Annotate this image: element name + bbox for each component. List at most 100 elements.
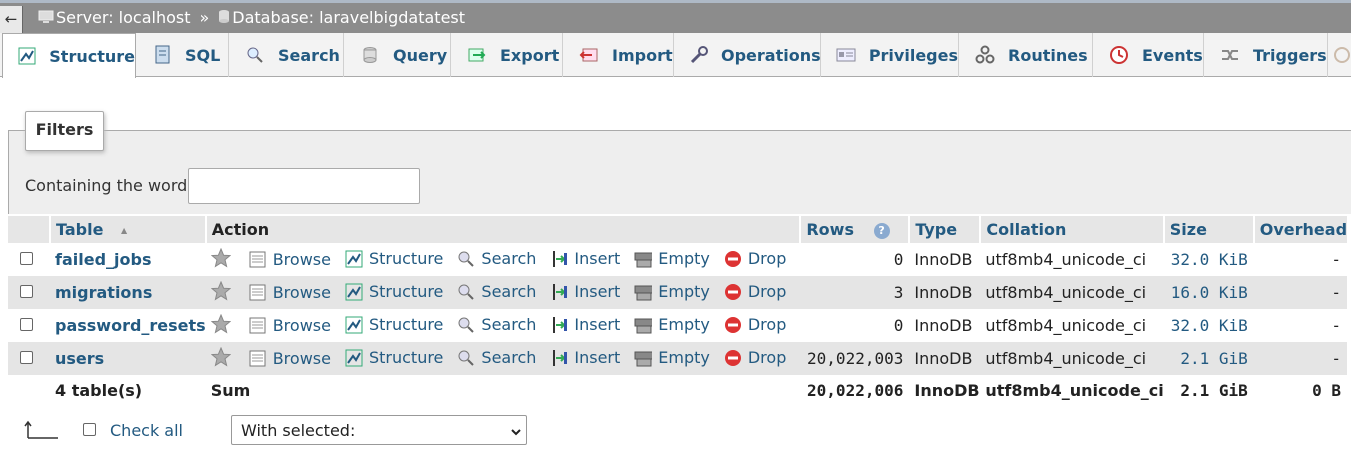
tab-label: Structure <box>49 46 135 66</box>
check-all-label[interactable]: Check all <box>110 421 183 440</box>
insert-action[interactable]: Insert <box>550 315 620 334</box>
insert-label: Insert <box>574 282 621 301</box>
empty-label: Empty <box>658 282 710 301</box>
table-size: 16.0 KiB <box>1163 276 1254 309</box>
empty-icon <box>634 349 653 367</box>
row-checkbox[interactable] <box>20 285 33 298</box>
back-button[interactable]: ← <box>0 6 23 33</box>
tab-label: Export <box>500 45 560 65</box>
browse-action[interactable]: Browse <box>249 316 331 335</box>
tab-structure[interactable]: Structure <box>2 33 136 78</box>
table-name-link[interactable]: password_resets <box>55 316 206 335</box>
summary-size: 2.1 GiB <box>1163 375 1254 405</box>
with-selected-select[interactable]: With selected: <box>231 415 527 445</box>
tab-search[interactable]: Search <box>230 33 344 77</box>
search-action[interactable]: Search <box>457 348 536 367</box>
tab-label: Import <box>612 45 673 65</box>
header-type[interactable]: Type <box>909 216 982 243</box>
help-icon[interactable]: ? <box>873 223 890 239</box>
tab-export[interactable]: Export <box>452 33 563 77</box>
drop-icon <box>724 250 742 268</box>
browse-label: Browse <box>272 315 331 335</box>
search-icon <box>244 44 266 66</box>
tab-events[interactable]: Events <box>1094 33 1204 77</box>
search-action[interactable]: Search <box>457 315 536 334</box>
drop-action[interactable]: Drop <box>724 249 786 268</box>
header-collation[interactable]: Collation <box>980 216 1165 243</box>
breadcrumb-database[interactable]: Database: laravelbigdatatest <box>232 8 465 27</box>
table-name-link[interactable]: failed_jobs <box>55 250 151 269</box>
tab-label: Routines <box>1008 45 1088 65</box>
server-icon <box>38 9 54 29</box>
table-row: migrations Browse Structure Search Insert Emp… <box>8 276 1348 309</box>
drop-action[interactable]: Drop <box>724 282 786 301</box>
check-all-checkbox[interactable] <box>83 423 96 436</box>
wrench-icon <box>689 44 709 66</box>
insert-label: Insert <box>574 348 621 367</box>
table-size-link[interactable]: 16.0 KiB <box>1171 283 1248 302</box>
favorite-action[interactable] <box>210 313 237 334</box>
search-label: Search <box>481 249 537 268</box>
structure-action[interactable]: Structure <box>345 282 443 301</box>
row-checkbox-cell <box>8 342 50 375</box>
filter-input[interactable] <box>188 168 420 204</box>
browse-icon <box>249 283 267 301</box>
browse-action[interactable]: Browse <box>249 283 331 302</box>
tab-query[interactable]: Query <box>345 33 451 77</box>
header-table[interactable]: Table ▲ <box>50 216 207 243</box>
header-size[interactable]: Size <box>1163 216 1255 243</box>
row-checkbox[interactable] <box>20 252 33 265</box>
drop-action[interactable]: Drop <box>724 315 787 334</box>
favorite-action[interactable] <box>210 346 237 367</box>
favorite-action[interactable] <box>210 247 237 268</box>
drop-action[interactable]: Drop <box>724 348 787 367</box>
favorite-action[interactable] <box>210 280 237 301</box>
breadcrumb: Server: localhost » Database: laravelbigd… <box>38 8 465 29</box>
table-size-link[interactable]: 32.0 KiB <box>1171 316 1248 335</box>
breadcrumb-server[interactable]: Server: localhost <box>56 8 190 27</box>
import-icon <box>578 44 600 66</box>
insert-action[interactable]: Insert <box>550 348 620 367</box>
header-table-label: Table <box>56 220 104 239</box>
empty-action[interactable]: Empty <box>634 282 710 301</box>
export-icon <box>466 44 488 66</box>
drop-label: Drop <box>747 315 787 334</box>
row-checkbox[interactable] <box>20 351 33 364</box>
empty-action[interactable]: Empty <box>634 315 710 334</box>
table-name-link[interactable]: migrations <box>55 283 152 302</box>
browse-action[interactable]: Browse <box>249 349 331 368</box>
table-name-cell: failed_jobs <box>50 243 206 276</box>
structure-action[interactable]: Structure <box>345 348 443 367</box>
tab-more[interactable] <box>1329 33 1351 77</box>
table-size-link[interactable]: 2.1 GiB <box>1180 349 1247 368</box>
tab-import[interactable]: Import <box>564 33 674 77</box>
browse-action[interactable]: Browse <box>249 250 331 269</box>
tab-operations[interactable]: Operations <box>675 33 821 77</box>
empty-action[interactable]: Empty <box>634 249 710 268</box>
insert-action[interactable]: Insert <box>550 249 620 268</box>
table-name-link[interactable]: users <box>55 349 104 368</box>
drop-label: Drop <box>747 348 787 367</box>
insert-action[interactable]: Insert <box>550 282 620 301</box>
row-checkbox[interactable] <box>20 318 33 331</box>
search-action[interactable]: Search <box>457 249 536 268</box>
header-overhead[interactable]: Overhead <box>1253 216 1348 243</box>
structure-action[interactable]: Structure <box>345 249 443 268</box>
structure-action[interactable]: Structure <box>345 315 443 334</box>
empty-action[interactable]: Empty <box>634 348 710 367</box>
tables-list: Table ▲ Action Rows ? Type Collation Siz… <box>8 216 1348 405</box>
structure-icon <box>345 250 363 268</box>
header-action: Action <box>205 216 802 243</box>
query-icon <box>359 44 381 66</box>
header-rows[interactable]: Rows ? <box>800 216 911 243</box>
search-action[interactable]: Search <box>457 282 536 301</box>
tab-sql[interactable]: SQL <box>137 33 229 77</box>
table-size-link[interactable]: 32.0 KiB <box>1171 250 1248 269</box>
rows-count: 0 <box>800 243 910 276</box>
tab-privileges[interactable]: Privileges <box>822 33 959 77</box>
triggers-icon <box>1219 44 1241 66</box>
tab-routines[interactable]: Routines <box>960 33 1093 77</box>
actions-cell: Browse Structure Search Insert Empty Drop <box>205 243 801 276</box>
drop-icon <box>724 349 742 367</box>
tab-triggers[interactable]: Triggers <box>1205 33 1328 77</box>
